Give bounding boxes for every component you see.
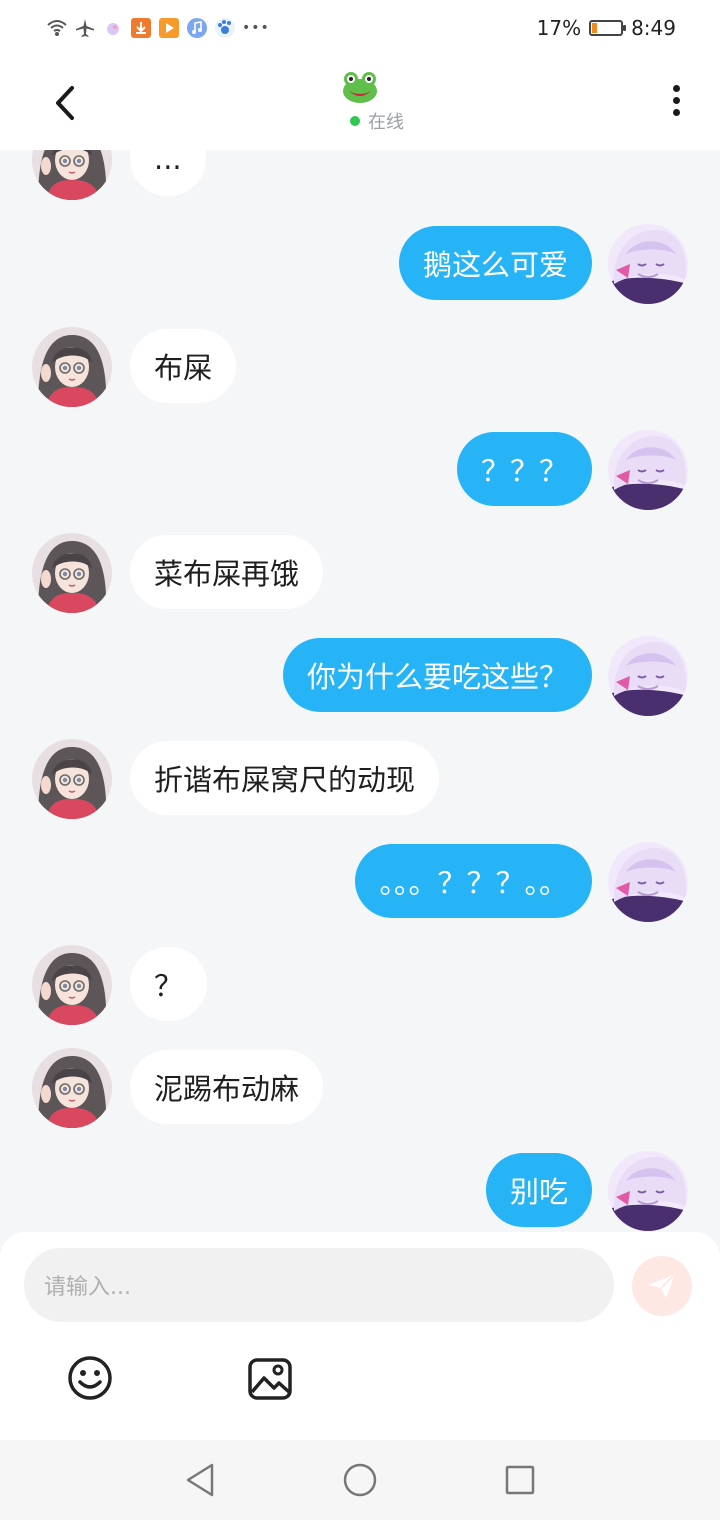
message-bubble-incoming[interactable]: 布屎 <box>130 329 237 403</box>
message-bubble-outgoing[interactable]: 别吃 <box>485 1153 592 1227</box>
message-outgoing: 。。。？？？。。 <box>0 842 720 922</box>
circle-home-icon <box>343 1463 377 1497</box>
battery-icon: ♦ <box>589 20 627 36</box>
airplane-icon <box>74 17 96 39</box>
nav-home-button[interactable] <box>343 1463 377 1497</box>
message-bubble-incoming[interactable]: ？ <box>130 947 208 1021</box>
message-incoming: ？ <box>0 945 720 1025</box>
leaf-icon: ♦ <box>603 22 613 33</box>
self-message-avatar[interactable] <box>608 636 688 716</box>
message-bubble-incoming[interactable]: 菜布屎再饿 <box>130 535 324 609</box>
online-status: 在线 <box>350 108 404 134</box>
message-incoming: 布屎 <box>0 327 720 407</box>
paw-app-icon <box>214 17 236 39</box>
send-button[interactable] <box>632 1256 692 1316</box>
message-outgoing: 鹅这么可爱 <box>0 224 720 304</box>
status-icons: ••• <box>46 14 270 42</box>
message-incoming: 折谐布屎窝尺的动现 <box>0 739 720 819</box>
battery-percent: 17% <box>536 16 582 40</box>
triangle-back-icon <box>186 1463 214 1497</box>
image-picker-button[interactable] <box>246 1356 294 1402</box>
message-incoming: 菜布屎再饿 <box>0 533 720 613</box>
status-right: 17% ♦ 8:49 <box>537 14 676 42</box>
battery-fill <box>592 23 598 33</box>
emoji-button[interactable] <box>66 1354 114 1402</box>
contact-avatar[interactable] <box>341 70 379 104</box>
more-options-button[interactable] <box>664 80 688 124</box>
message-list[interactable]: ... 鹅这么可爱 布屎 ？？？ 菜布屎再饿 你为什么要吃这些？ 折谐布屎窝尺的… <box>0 150 720 1232</box>
chat-header: 在线 <box>0 56 720 150</box>
nav-back-button[interactable] <box>184 1462 216 1498</box>
online-dot-icon <box>350 116 360 126</box>
bubble-app-icon <box>102 17 124 39</box>
message-input[interactable]: 请输入... <box>24 1248 614 1322</box>
clock: 8:49 <box>631 16 676 40</box>
frog-icon <box>343 72 377 103</box>
message-bubble-outgoing[interactable]: ？？？ <box>456 432 592 506</box>
contact-message-avatar[interactable] <box>32 945 112 1025</box>
chevron-left-icon <box>56 86 74 120</box>
self-message-avatar[interactable] <box>608 224 688 304</box>
contact-message-avatar[interactable] <box>32 739 112 819</box>
message-incoming: ... <box>0 150 720 200</box>
message-incoming: 泥踢布动麻 <box>0 1048 720 1128</box>
self-message-avatar[interactable] <box>608 430 688 510</box>
message-bubble-incoming[interactable]: 折谐布屎窝尺的动现 <box>130 741 440 815</box>
message-bubble-outgoing[interactable]: 。。。？？？。。 <box>355 844 592 918</box>
message-outgoing: ？？？ <box>0 430 720 510</box>
download-app-icon <box>130 17 152 39</box>
more-notifications-icon: ••• <box>242 20 270 36</box>
smiley-icon <box>68 1356 112 1400</box>
message-bubble-outgoing[interactable]: 鹅这么可爱 <box>398 226 592 300</box>
back-button[interactable] <box>46 80 86 126</box>
paper-plane-icon <box>649 1273 676 1298</box>
message-outgoing: 你为什么要吃这些？ <box>0 636 720 716</box>
message-bubble-incoming[interactable]: ... <box>130 150 206 196</box>
composer: 请输入... <box>0 1232 720 1440</box>
more-vertical-icon <box>672 85 680 92</box>
navigation-bar <box>0 1440 720 1520</box>
contact-message-avatar[interactable] <box>32 327 112 407</box>
self-message-avatar[interactable] <box>608 842 688 922</box>
wifi-icon <box>46 17 68 39</box>
video-app-icon <box>158 17 180 39</box>
square-recents-icon <box>505 1465 535 1495</box>
contact-message-avatar[interactable] <box>32 1048 112 1128</box>
self-message-avatar[interactable] <box>608 1151 688 1231</box>
online-status-text: 在线 <box>368 112 404 133</box>
contact-message-avatar[interactable] <box>32 533 112 613</box>
message-outgoing: 别吃 <box>0 1151 720 1231</box>
music-app-icon <box>186 17 208 39</box>
message-bubble-incoming[interactable]: 泥踢布动麻 <box>130 1050 324 1124</box>
contact-message-avatar[interactable] <box>32 150 112 200</box>
chat-screen: ••• 17% ♦ 8:49 在线 ... 鹅这么可爱 布屎 ？？？ 菜布屎再饿… <box>0 0 720 1520</box>
nav-recents-button[interactable] <box>505 1465 535 1495</box>
status-bar: ••• 17% ♦ 8:49 <box>0 0 720 56</box>
image-icon <box>248 1358 292 1400</box>
message-bubble-outgoing[interactable]: 你为什么要吃这些？ <box>282 638 592 712</box>
